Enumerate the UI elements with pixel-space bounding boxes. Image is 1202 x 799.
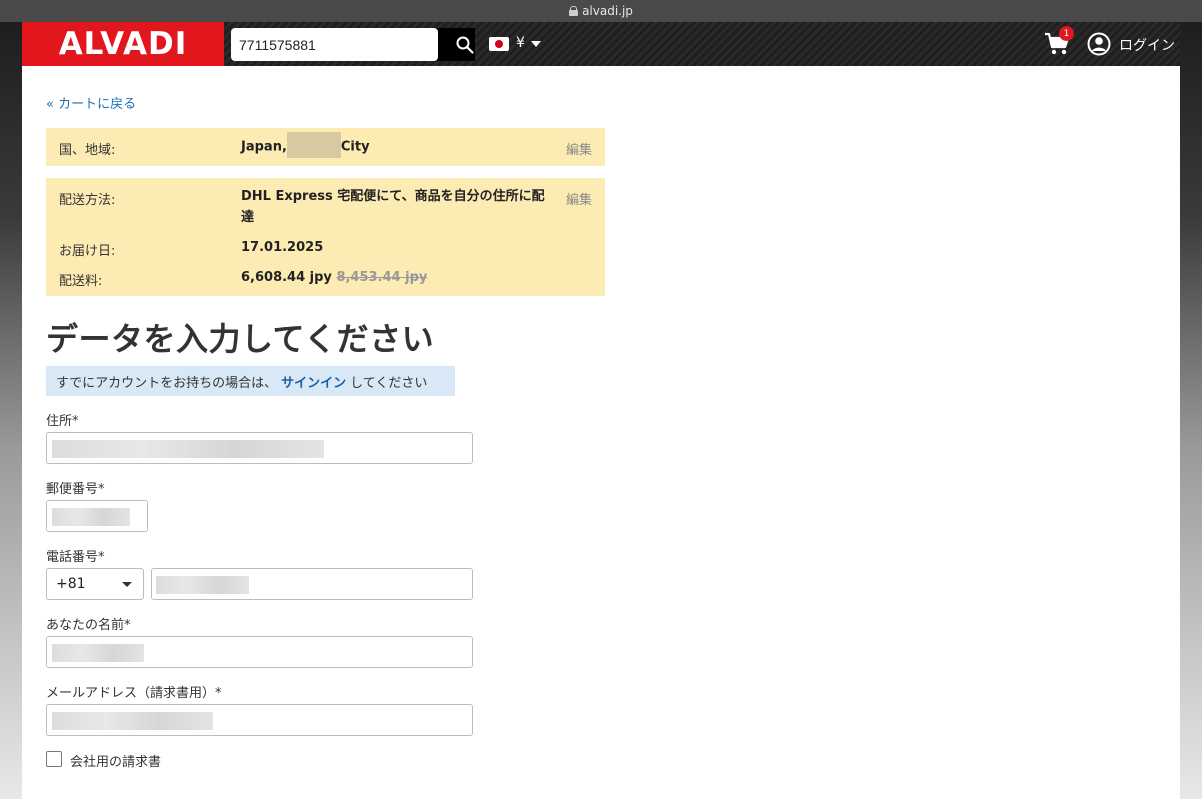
shipping-panel: 配送方法: DHL Express 宅配便にて、商品を自分の住所に配達 編集 お… (46, 178, 605, 296)
address-label: 住所* (46, 414, 79, 429)
country-code-select[interactable]: +81 (46, 568, 144, 600)
login-link[interactable]: ログイン (1119, 35, 1175, 55)
signin-note: すでにアカウントをお持ちの場合は、 サインイン してください (46, 366, 455, 396)
shipping-fee-label: 配送料: (59, 274, 103, 289)
region-label: 国、地域: (59, 143, 116, 158)
search-input[interactable] (231, 28, 438, 61)
page-title: データを入力してください (46, 320, 435, 358)
chevron-down-icon (122, 582, 132, 587)
japan-flag-icon[interactable] (489, 37, 509, 51)
edit-shipping-link[interactable]: 編集 (566, 189, 592, 208)
cart-count-badge: 1 (1059, 26, 1074, 41)
redacted-address (52, 440, 324, 458)
redacted-city (286, 132, 341, 158)
site-page: ALVADI ¥ 1 ログイン « カートに戻る 国、地域: Japan, Cit… (22, 22, 1180, 799)
signin-note-suffix: してください (350, 375, 428, 391)
shipping-fee-current: 6,608.44 jpy (241, 270, 332, 285)
site-header: ALVADI ¥ 1 ログイン (22, 22, 1180, 66)
redacted-name (52, 644, 144, 662)
region-value: Japan, City (241, 132, 370, 158)
redacted-phone (156, 576, 249, 594)
lock-icon (569, 6, 579, 16)
postal-code-label: 郵便番号* (46, 482, 105, 497)
signin-link[interactable]: サインイン (281, 372, 346, 391)
email-label: メールアドレス（請求書用）* (46, 686, 222, 701)
shipping-fee-old: 8,453.44 jpy (336, 270, 428, 285)
address-input[interactable] (46, 432, 473, 464)
email-input[interactable] (46, 704, 473, 736)
name-input[interactable] (46, 636, 473, 668)
postal-code-input[interactable] (46, 500, 148, 532)
region-panel: 国、地域: Japan, City 編集 (46, 128, 605, 166)
currency-selector[interactable]: ¥ (516, 35, 525, 51)
name-label: あなたの名前* (46, 618, 131, 633)
phone-label: 電話番号* (46, 550, 105, 565)
redacted-email (52, 712, 213, 730)
company-invoice-label[interactable]: 会社用の請求書 (70, 751, 161, 770)
edit-region-link[interactable]: 編集 (566, 139, 592, 158)
alvadi-logo[interactable]: ALVADI (22, 22, 224, 66)
country-code-value: +81 (56, 576, 86, 592)
redacted-postal-code (52, 508, 130, 526)
company-invoice-checkbox[interactable] (46, 751, 62, 767)
region-city-suffix: City (340, 139, 370, 155)
back-to-cart-link[interactable]: « カートに戻る (46, 93, 136, 112)
shipping-method-value: DHL Express 宅配便にて、商品を自分の住所に配達 (241, 189, 545, 225)
search-icon[interactable] (456, 36, 474, 54)
browser-url: alvadi.jp (582, 4, 633, 18)
region-country: Japan, (241, 139, 287, 155)
browser-address-bar[interactable]: alvadi.jp (0, 0, 1202, 22)
shipping-fee-value: 6,608.44 jpy 8,453.44 jpy (241, 267, 427, 288)
user-avatar-icon[interactable] (1087, 32, 1111, 56)
signin-note-prefix: すでにアカウントをお持ちの場合は、 (56, 375, 278, 391)
delivery-date-value: 17.01.2025 (241, 240, 324, 255)
search-box (231, 28, 475, 61)
phone-input[interactable] (151, 568, 473, 600)
delivery-date-label: お届け日: (59, 244, 116, 259)
chevron-down-icon[interactable] (531, 41, 541, 47)
shipping-method-label: 配送方法: (59, 193, 116, 208)
